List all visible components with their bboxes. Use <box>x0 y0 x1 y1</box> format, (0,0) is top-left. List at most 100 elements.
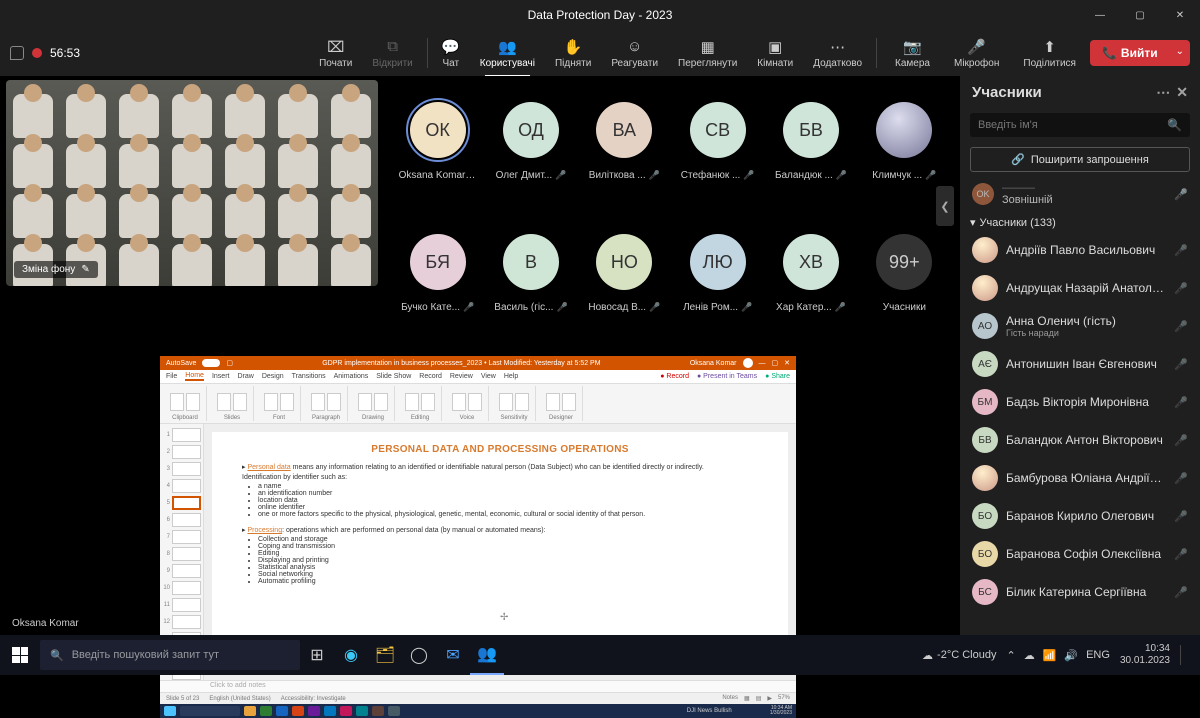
ribbon-tab[interactable]: Animations <box>334 373 369 380</box>
start-content-button[interactable]: ⌧Почати <box>309 36 362 71</box>
mic-button[interactable]: 🎤Мікрофон <box>944 36 1009 71</box>
notes-pane[interactable]: Click to add notes <box>160 680 796 692</box>
react-button[interactable]: ☺Реагувати <box>601 36 668 71</box>
ribbon-group[interactable]: Voice <box>446 386 489 421</box>
status-notes[interactable]: Notes <box>722 695 738 702</box>
raise-hand-button[interactable]: ✋Підняти <box>545 36 601 71</box>
user-avatar-icon[interactable] <box>743 358 753 368</box>
slide-thumb[interactable]: 8 <box>162 547 201 561</box>
camera-button[interactable]: 📷Камера <box>885 36 940 71</box>
ribbon-tab[interactable]: Record <box>419 373 442 380</box>
participant-tile[interactable]: ВАВиліткова ...🎤 <box>579 84 670 212</box>
participant-search[interactable]: 🔍 <box>970 113 1190 137</box>
open-content-button[interactable]: ⧉Відкрити <box>362 36 422 71</box>
participant-tile[interactable]: ВВасиль (гіс...🎤 <box>485 216 576 344</box>
participant-tile[interactable]: ОДОлег Дмит...🎤 <box>485 84 576 212</box>
ribbon-tab[interactable]: Home <box>185 372 204 381</box>
participant-row[interactable]: Андріїв Павло Васильович🎤 <box>960 231 1200 269</box>
weather-widget[interactable]: ☁-2°C Cloudy <box>922 649 996 662</box>
share-button[interactable]: ⬆Поділитися <box>1013 36 1086 71</box>
wifi-icon[interactable]: 📶 <box>1043 649 1057 662</box>
collapse-grid-button[interactable]: ❮ <box>936 186 954 226</box>
slide-thumb[interactable]: 2 <box>162 445 201 459</box>
ribbon-tab[interactable]: Insert <box>212 373 230 380</box>
status-zoom[interactable]: 57% <box>778 695 790 702</box>
participant-tile[interactable]: НОНовосад В...🎤 <box>579 216 670 344</box>
participant-row[interactable]: БСБілик Катерина Сергіївна🎤 <box>960 573 1200 611</box>
participant-tile[interactable]: БЯБучко Кате...🎤 <box>392 216 483 344</box>
slide-thumb[interactable]: 7 <box>162 530 201 544</box>
slide-thumb[interactable]: 3 <box>162 462 201 476</box>
ribbon-group[interactable]: Editing <box>399 386 442 421</box>
edge-icon[interactable]: ◉ <box>334 635 368 675</box>
slide-thumb[interactable]: 4 <box>162 479 201 493</box>
notifications-button[interactable] <box>1180 645 1194 665</box>
participant-row[interactable]: АОАнна Оленич (гість)Гість наради🎤 <box>960 307 1200 345</box>
panel-more-button[interactable]: ⋯ <box>1150 84 1176 101</box>
present-button[interactable]: ● Present in Teams <box>697 373 757 380</box>
ribbon-tab[interactable]: File <box>166 373 177 380</box>
autosave-toggle[interactable] <box>202 359 220 367</box>
win-start-icon[interactable] <box>164 706 176 716</box>
together-mode-tile[interactable]: Зміна фону✎ <box>6 80 378 286</box>
participant-row[interactable]: АЄАнтонишин Іван Євгенович🎤 <box>960 345 1200 383</box>
save-icon[interactable]: ▢ <box>226 359 233 367</box>
normal-view-icon[interactable]: ▦ <box>744 695 750 702</box>
slide-thumb[interactable]: 1 <box>162 428 201 442</box>
participant-row[interactable]: Бамбурова Юліана Андріївна🎤 <box>960 459 1200 497</box>
slide-thumb[interactable]: 5 <box>162 496 201 510</box>
ribbon-group[interactable]: Sensitivity <box>493 386 536 421</box>
system-tray[interactable]: ⌃ ☁ 📶 🔊 ENG <box>1006 649 1109 662</box>
slide-thumb[interactable]: 9 <box>162 564 201 578</box>
people-button[interactable]: 👥Користувачі <box>470 36 545 71</box>
external-participant-row[interactable]: OK ―――Зовнішній 🎤 <box>960 178 1200 210</box>
participant-tile[interactable]: ХВХар Катер...🎤 <box>765 216 856 344</box>
slide-thumb[interactable]: 10 <box>162 581 201 595</box>
participant-tile[interactable]: ОКOksana Komar🎤 <box>392 84 483 212</box>
rooms-button[interactable]: ▣Кімнати <box>747 36 803 71</box>
reading-view-icon[interactable]: ▤ <box>756 695 762 702</box>
minimize-button[interactable]: — <box>1080 0 1120 30</box>
participant-row[interactable]: БОБаранов Кирило Олегович🎤 <box>960 497 1200 535</box>
slide-thumb[interactable]: 6 <box>162 513 201 527</box>
ribbon-group[interactable]: Designer <box>540 386 583 421</box>
record-button[interactable]: ● Record <box>660 373 689 380</box>
leave-dropdown[interactable]: ⌄ <box>1170 40 1190 66</box>
ribbon-group[interactable]: Drawing <box>352 386 395 421</box>
participant-tile[interactable]: БВБаландюк ...🎤 <box>765 84 856 212</box>
participant-row[interactable]: Андрущак Назарій Анатолійович🎤 <box>960 269 1200 307</box>
pp-minimize[interactable]: — <box>759 360 766 367</box>
volume-icon[interactable]: 🔊 <box>1064 649 1078 662</box>
slideshow-view-icon[interactable]: ▶ <box>767 695 772 702</box>
maximize-button[interactable]: ▢ <box>1120 0 1160 30</box>
more-button[interactable]: ⋯Додатково <box>803 36 872 71</box>
share-button[interactable]: ● Share <box>765 373 790 380</box>
participant-tile[interactable]: ЛЮЛенів Ром...🎤 <box>672 216 763 344</box>
ribbon-group[interactable]: Font <box>258 386 301 421</box>
chevron-up-icon[interactable]: ⌃ <box>1006 649 1015 662</box>
ribbon-tab[interactable]: View <box>481 373 496 380</box>
win-search[interactable] <box>180 706 240 716</box>
ribbon-tab[interactable]: Review <box>450 373 473 380</box>
ribbon-tab[interactable]: Draw <box>237 373 253 380</box>
participants-section-toggle[interactable]: ▾ Учасники (133) <box>960 210 1200 231</box>
participant-tile[interactable]: СВСтефанюк ...🎤 <box>672 84 763 212</box>
participant-list[interactable]: Андріїв Павло Васильович🎤Андрущак Назарі… <box>960 231 1200 635</box>
language-indicator[interactable]: ENG <box>1086 649 1110 661</box>
slide-thumb[interactable]: 11 <box>162 598 201 612</box>
teams-icon[interactable]: 👥 <box>470 635 504 675</box>
share-invite-button[interactable]: 🔗 Поширити запрошення <box>970 147 1190 172</box>
panel-close-button[interactable]: ✕ <box>1176 84 1188 101</box>
ribbon-tab[interactable]: Help <box>504 373 518 380</box>
leave-button[interactable]: 📞Вийти <box>1090 40 1170 66</box>
ribbon-tab[interactable]: Slide Show <box>376 373 411 380</box>
participant-search-input[interactable] <box>978 119 1167 131</box>
start-button[interactable] <box>0 635 40 675</box>
change-background-button[interactable]: Зміна фону✎ <box>14 261 98 278</box>
slide-thumb[interactable]: 12 <box>162 615 201 629</box>
ribbon-tab[interactable]: Transitions <box>292 373 326 380</box>
chrome-icon[interactable]: ◯ <box>402 635 436 675</box>
taskbar-search[interactable]: 🔍 Введіть пошуковий запит тут <box>40 640 300 670</box>
ribbon-group[interactable]: Slides <box>211 386 254 421</box>
ribbon-group[interactable]: Paragraph <box>305 386 348 421</box>
